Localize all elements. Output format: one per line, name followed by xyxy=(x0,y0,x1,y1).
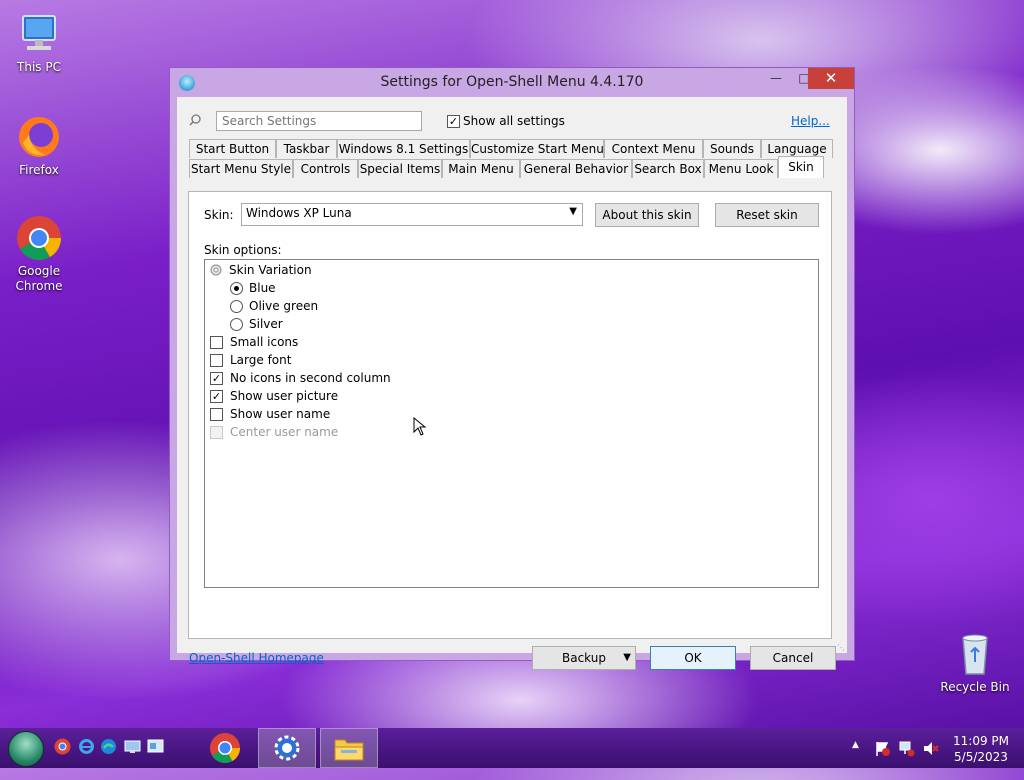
variation-radio[interactable] xyxy=(230,282,243,295)
tab-start-menu-style[interactable]: Start Menu Style xyxy=(189,159,293,178)
clock-date: 5/5/2023 xyxy=(954,750,1008,764)
search-row: ✓ Show all settings Help... xyxy=(177,109,847,135)
firefox-icon xyxy=(15,113,63,161)
tab-windows-81-settings[interactable]: Windows 8.1 Settings xyxy=(337,139,470,158)
tab-special-items[interactable]: Special Items xyxy=(358,159,442,178)
search-settings-input[interactable] xyxy=(216,111,422,131)
skin-select-value: Windows XP Luna xyxy=(246,206,352,220)
desktop-icon-label: Google xyxy=(17,264,61,278)
option-label: Small icons xyxy=(230,335,299,349)
tab-start-button[interactable]: Start Button xyxy=(189,139,276,158)
backup-button-label: Backup xyxy=(562,651,606,665)
desktop-icon-google-chrome[interactable]: Google Chrome xyxy=(2,214,76,294)
show-all-settings-label: Show all settings xyxy=(463,114,565,128)
tab-taskbar[interactable]: Taskbar xyxy=(276,139,337,158)
resize-grip-icon[interactable]: ⋱ xyxy=(837,643,845,652)
open-shell-homepage-link[interactable]: Open-Shell Homepage xyxy=(189,651,324,665)
option-checkbox[interactable] xyxy=(210,354,223,367)
start-button[interactable] xyxy=(8,731,44,767)
variation-label: Silver xyxy=(249,317,283,331)
desktop-icon-this-pc[interactable]: This PC xyxy=(2,10,76,75)
gear-icon xyxy=(210,264,222,276)
internet-explorer-icon[interactable] xyxy=(78,738,95,755)
clock-time: 11:09 PM xyxy=(953,734,1009,748)
variation-radio[interactable] xyxy=(230,318,243,331)
reset-skin-button[interactable]: Reset skin xyxy=(715,203,819,227)
show-hidden-icons-chevron[interactable]: ▲ xyxy=(852,740,859,780)
window-switcher-icon[interactable] xyxy=(147,738,164,755)
taskbar: ▲ 11:09 PM 5/5/2023 xyxy=(0,728,1024,768)
folder-icon xyxy=(334,739,364,761)
chrome-icon xyxy=(210,733,240,764)
edge-icon[interactable] xyxy=(100,738,117,755)
tab-search-box[interactable]: Search Box xyxy=(632,159,704,178)
option-checkbox[interactable] xyxy=(210,336,223,349)
show-desktop-icon[interactable] xyxy=(124,738,141,755)
about-this-skin-button[interactable]: About this skin xyxy=(595,203,699,227)
desktop-icon-label: This PC xyxy=(17,60,61,74)
settings-window: Settings for Open-Shell Menu 4.4.170 — □… xyxy=(169,67,855,670)
close-button[interactable]: ✕ xyxy=(808,68,854,89)
minimize-button[interactable]: — xyxy=(762,68,790,89)
option-label: No icons in second column xyxy=(230,371,391,385)
option-label: Center user name xyxy=(230,425,339,439)
option-checkbox[interactable] xyxy=(210,408,223,421)
option-label: Show user picture xyxy=(230,389,339,403)
backup-button[interactable]: Backup ▼ xyxy=(532,646,636,670)
network-icon[interactable] xyxy=(898,740,915,757)
tab-main-menu[interactable]: Main Menu xyxy=(442,159,520,178)
ok-button[interactable]: OK xyxy=(650,646,736,670)
skin-label: Skin: xyxy=(204,208,234,222)
gear-icon xyxy=(274,735,300,761)
recycle-bin-icon xyxy=(951,630,999,678)
desktop-icon-firefox[interactable]: Firefox xyxy=(2,113,76,178)
skin-tab-panel: Skin: Windows XP Luna ▼ About this skin … xyxy=(188,191,832,639)
chrome-icon xyxy=(15,214,63,262)
option-label: Show user name xyxy=(230,407,331,421)
window-client-area: ✓ Show all settings Help... Start Button… xyxy=(177,97,847,670)
skin-options-label: Skin options: xyxy=(204,243,282,257)
search-icon xyxy=(189,114,201,126)
tab-customize-start-menu[interactable]: Customize Start Menu xyxy=(470,139,604,158)
help-link[interactable]: Help... xyxy=(791,114,830,128)
taskbar-open-shell-settings[interactable] xyxy=(258,728,316,768)
desktop-icon-label: Chrome xyxy=(15,279,63,293)
skin-select[interactable]: Windows XP Luna ▼ xyxy=(241,203,583,226)
chevron-down-icon: ▼ xyxy=(623,652,631,663)
skin-options-list: Skin Variation Blue Olive green Silver S… xyxy=(204,259,819,588)
chevron-down-icon: ▼ xyxy=(569,206,577,217)
tab-controls[interactable]: Controls xyxy=(293,159,358,178)
taskbar-chrome[interactable] xyxy=(196,728,254,768)
variation-label: Blue xyxy=(249,281,276,295)
action-center-flag-icon[interactable] xyxy=(874,740,891,757)
taskbar-clock[interactable]: 11:09 PM 5/5/2023 xyxy=(946,733,1016,765)
desktop-icon-label: Recycle Bin xyxy=(940,680,1010,694)
skin-variation-label: Skin Variation xyxy=(229,263,312,277)
tab-sounds[interactable]: Sounds xyxy=(703,139,761,158)
computer-icon xyxy=(15,10,63,58)
window-titlebar[interactable]: Settings for Open-Shell Menu 4.4.170 — □… xyxy=(170,68,854,98)
mouse-cursor-icon xyxy=(413,417,427,436)
tab-skin[interactable]: Skin xyxy=(778,156,824,178)
show-all-settings-checkbox[interactable]: ✓ xyxy=(447,115,460,128)
desktop-icon-recycle-bin[interactable]: Recycle Bin xyxy=(938,630,1012,695)
variation-label: Olive green xyxy=(249,299,319,313)
tab-context-menu[interactable]: Context Menu xyxy=(604,139,703,158)
option-checkbox[interactable]: ✓ xyxy=(210,372,223,385)
tab-menu-look[interactable]: Menu Look xyxy=(704,159,778,178)
cancel-button[interactable]: Cancel xyxy=(750,646,836,670)
desktop-icon-label: Firefox xyxy=(19,163,59,177)
window-title: Settings for Open-Shell Menu 4.4.170 xyxy=(380,74,644,90)
variation-radio[interactable] xyxy=(230,300,243,313)
option-checkbox[interactable]: ✓ xyxy=(210,390,223,403)
option-label: Large font xyxy=(230,353,292,367)
tab-general-behavior[interactable]: General Behavior xyxy=(520,159,632,178)
chrome-icon[interactable] xyxy=(54,738,71,755)
volume-muted-icon[interactable] xyxy=(922,740,939,757)
option-checkbox xyxy=(210,426,223,439)
taskbar-file-explorer[interactable] xyxy=(320,728,378,768)
